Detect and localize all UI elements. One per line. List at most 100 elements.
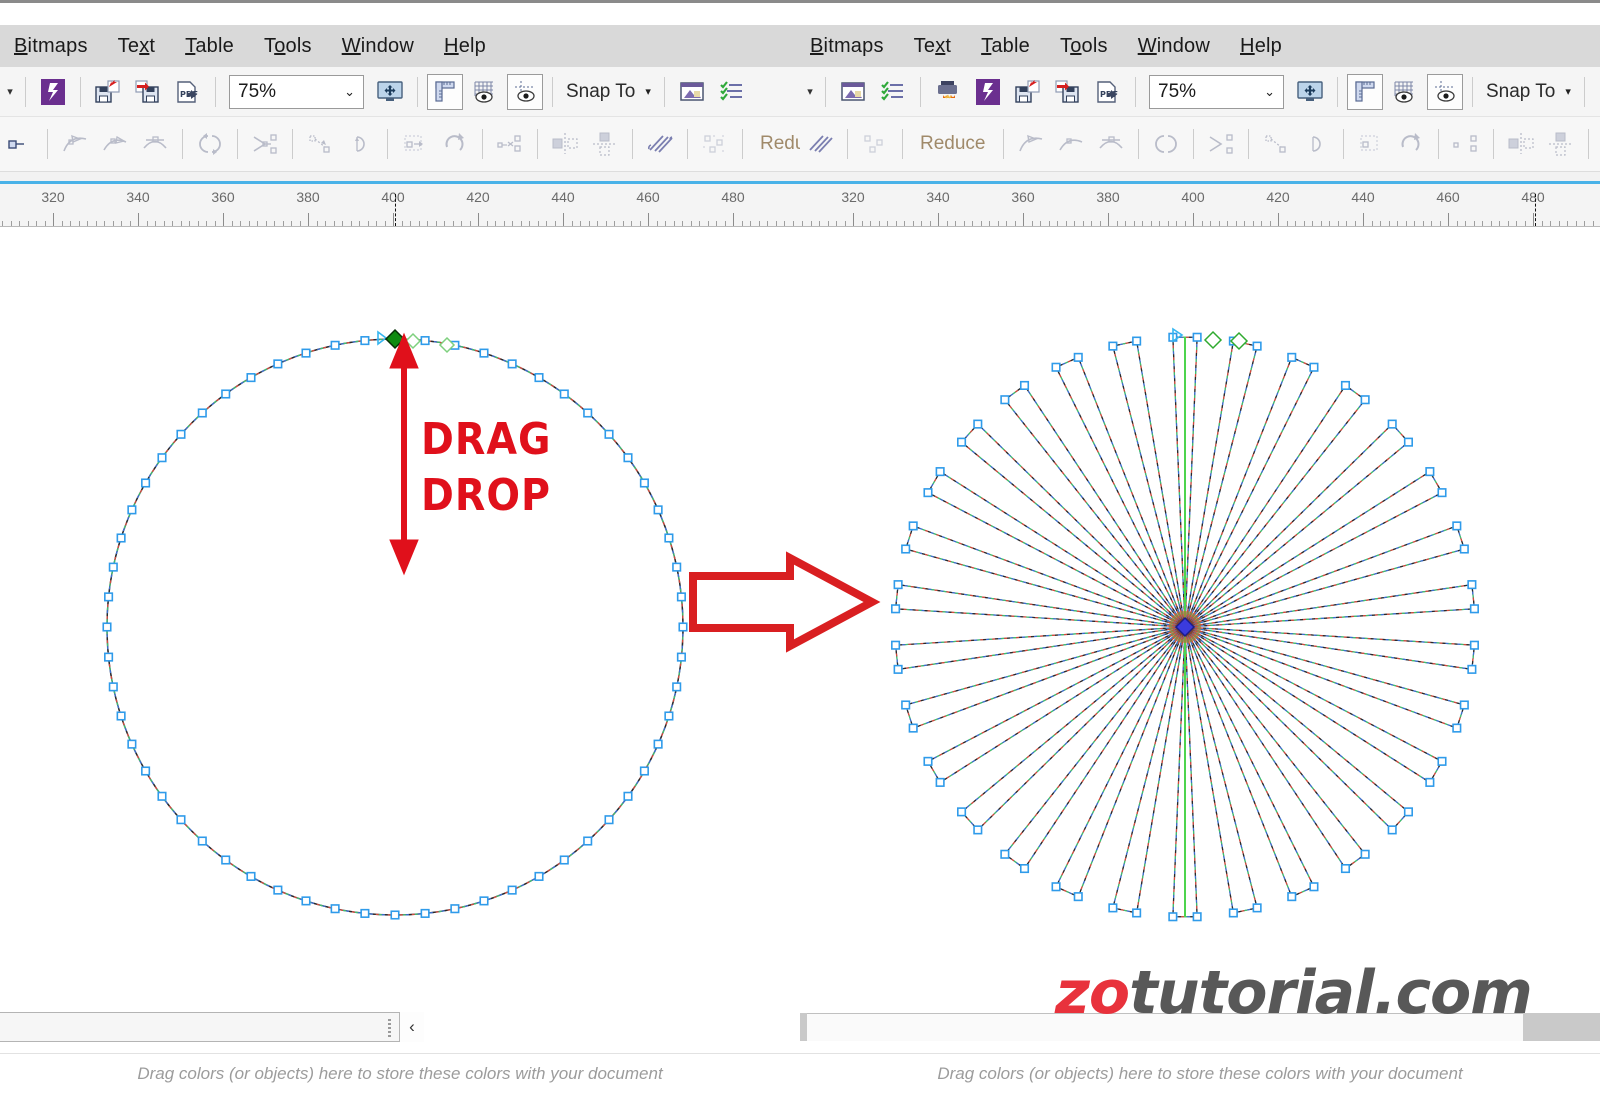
curve-node[interactable] [116,533,126,543]
toolbar-overflow-caret[interactable]: ▾ [2,74,18,110]
spoke-node[interactable] [908,723,918,733]
spoke-node[interactable] [1252,341,1262,351]
curve-node[interactable] [672,682,682,692]
spoke-outline[interactable] [1186,356,1315,622]
spoke-node[interactable] [1287,352,1297,362]
publish-pdf-icon[interactable]: PDF [1090,74,1126,110]
curve-node[interactable] [246,871,256,881]
curve-node[interactable] [221,855,231,865]
reflect-vertical-icon[interactable] [1543,126,1579,162]
spoke-node[interactable] [1340,380,1351,391]
scrollbar-thumb-right[interactable] [1523,1013,1600,1041]
curve-node[interactable] [390,910,400,920]
spoke-node[interactable] [973,825,983,835]
menu-item-help[interactable]: Help [444,35,486,58]
spoke-node[interactable] [1467,664,1477,674]
spoke-outline[interactable] [1004,631,1183,870]
curve-node[interactable] [672,562,682,572]
curve-node[interactable] [176,429,186,439]
curve-node[interactable] [507,885,517,895]
curve-node[interactable] [676,592,686,602]
control-point-handle[interactable] [404,332,422,350]
spoke-outline[interactable] [1189,629,1443,784]
snap-to-dropdown[interactable]: Snap To ▾ [566,81,651,103]
curve-node[interactable] [420,336,430,346]
curve-node[interactable] [604,429,614,439]
curve-node[interactable] [653,505,663,515]
horizontal-ruler-right[interactable]: 320 340 360 380 400 420 440 460 480 [800,172,1600,227]
align-nodes-icon[interactable] [492,126,528,162]
horizontal-ruler-left[interactable]: 320 340 360 380 400 420 440 460 480 [0,172,800,227]
print-icon[interactable] [930,74,966,110]
add-node-icon[interactable] [1013,126,1049,162]
curve-node[interactable] [664,711,674,721]
sunburst-artwork[interactable] [800,227,1600,1009]
curve-node[interactable] [157,453,167,463]
spoke-node[interactable] [1132,908,1142,918]
spoke-outline[interactable] [927,629,1181,784]
spoke-node[interactable] [1403,437,1413,447]
join-nodes-icon[interactable] [137,126,173,162]
snap-to-dropdown[interactable]: Snap To ▾ [1486,81,1571,103]
spoke-node[interactable] [1387,825,1397,835]
curve-node[interactable] [197,836,207,846]
rotate-nodes-icon[interactable] [1393,126,1429,162]
menu-item-table[interactable]: Table [185,35,234,58]
spoke-outline[interactable] [1188,630,1410,831]
full-screen-preview-icon[interactable] [372,74,408,110]
curve-node[interactable] [330,904,340,914]
curve-node[interactable] [301,348,311,358]
zoom-level-combo[interactable]: 75% ⌄ [229,74,364,109]
curve-node[interactable] [246,373,256,383]
spoke-node[interactable] [1051,882,1061,892]
spoke-node[interactable] [1108,903,1118,913]
spoke-outline[interactable] [904,628,1180,729]
curve-node[interactable] [479,348,489,358]
control-point-handle[interactable] [438,336,456,354]
spoke-outline[interactable] [1187,631,1366,870]
spoke-outline[interactable] [1187,384,1366,623]
curve-node[interactable] [221,389,231,399]
reduce-nodes-label[interactable]: Reduce [750,133,800,155]
auto-close-curve-icon[interactable] [342,126,378,162]
rulers-icon[interactable] [1347,73,1383,110]
curve-node[interactable] [479,896,489,906]
spoke-outline[interactable] [1055,356,1184,622]
spoke-node[interactable] [973,419,983,429]
curve-node[interactable] [559,855,569,865]
menu-item-tools[interactable]: Tools [264,35,312,58]
spoke-node[interactable] [1192,912,1202,922]
spoke-node[interactable] [923,756,933,766]
scrollbar-grip[interactable] [388,1019,391,1037]
delete-node-icon[interactable] [1053,126,1089,162]
control-point-handle[interactable] [1229,331,1249,351]
options-icon[interactable] [714,74,750,110]
spoke-node[interactable] [1019,380,1030,391]
spoke-node[interactable] [923,488,933,498]
curve-node[interactable] [108,562,118,572]
menu-item-bitmaps[interactable]: Bitmaps [810,35,884,58]
save-as-icon[interactable] [90,74,126,110]
spoke-node[interactable] [1403,807,1413,817]
curve-node[interactable] [127,739,137,749]
curve-node[interactable] [420,908,430,918]
menu-item-tools[interactable]: Tools [1060,35,1108,58]
spoke-outline[interactable] [927,470,1181,625]
spoke-node[interactable] [1452,723,1462,733]
spoke-outline[interactable] [1190,525,1466,626]
spoke-node[interactable] [1309,362,1319,372]
curve-node[interactable] [141,766,151,776]
spoke-node[interactable] [1360,395,1370,405]
curve-node[interactable] [108,682,118,692]
menu-item-window[interactable]: Window [342,35,414,58]
add-node-icon[interactable] [57,126,93,162]
curve-node[interactable] [639,478,649,488]
spoke-node[interactable] [893,664,903,674]
export-icon[interactable] [130,74,166,110]
spoke-outline[interactable] [960,423,1182,624]
drawing-canvas-left[interactable] [0,227,800,1009]
curve-node[interactable] [604,815,614,825]
extract-subpath-icon[interactable] [247,126,283,162]
import-icon[interactable] [674,74,710,110]
spoke-node[interactable] [1051,362,1061,372]
